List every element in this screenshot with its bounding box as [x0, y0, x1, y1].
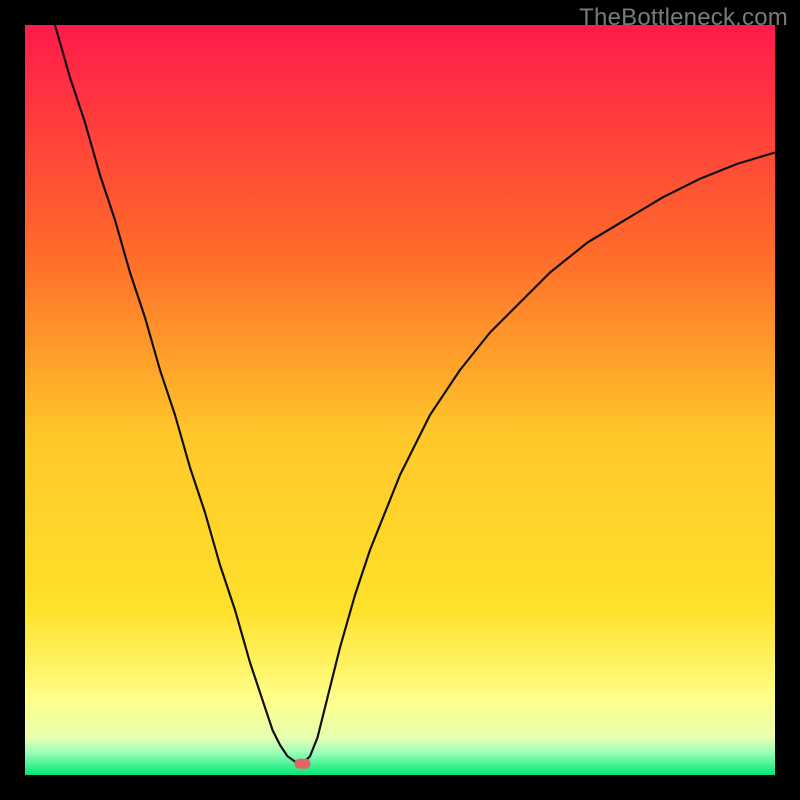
chart-frame: TheBottleneck.com — [0, 0, 800, 800]
gradient-background — [25, 25, 775, 775]
min-marker-icon — [295, 759, 311, 769]
bottleneck-chart — [25, 25, 775, 775]
